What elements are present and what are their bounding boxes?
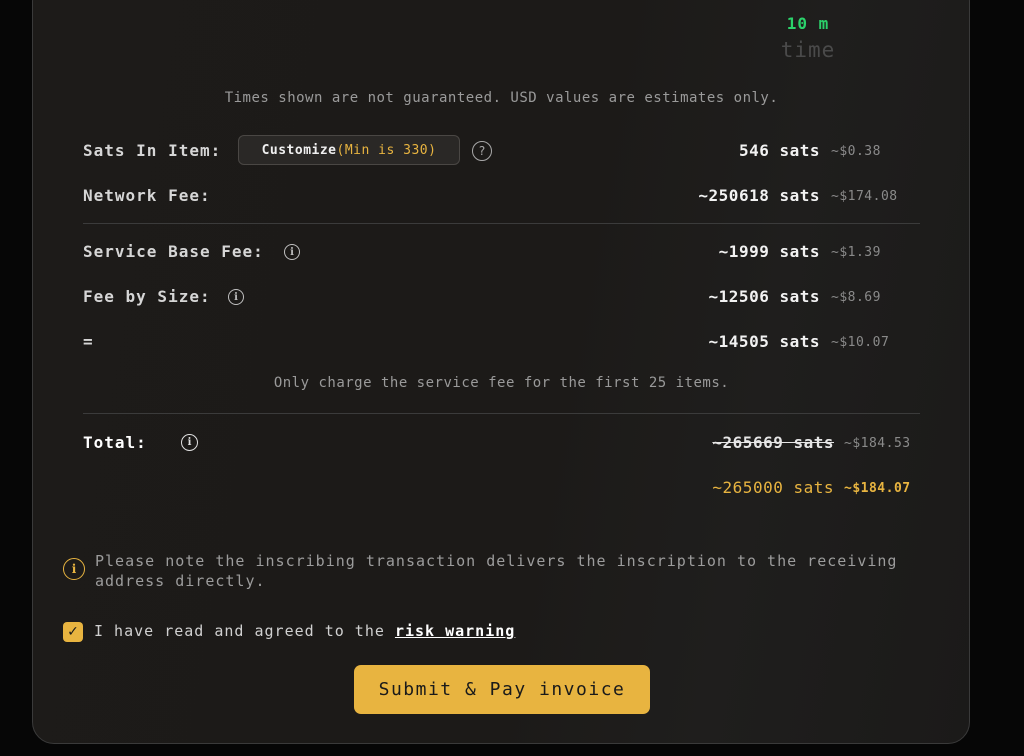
customize-sats-button[interactable]: Customize (Min is 330) xyxy=(238,135,460,165)
total-discounted-amount: ~265000 sats xyxy=(712,478,834,497)
info-icon[interactable]: i xyxy=(181,434,198,451)
total-discounted-usd: ~$184.07 xyxy=(844,481,911,496)
info-icon[interactable]: i xyxy=(284,244,300,260)
risk-agreement-checkbox[interactable]: ✓ xyxy=(63,622,83,642)
service-fee-note: Only charge the service fee for the firs… xyxy=(273,375,730,391)
section-divider xyxy=(83,223,920,224)
total-label: Total: xyxy=(83,433,147,452)
warning-info-icon: i xyxy=(63,558,85,580)
network-fee-label: Network Fee: xyxy=(83,186,211,205)
service-subtotal-usd: ~$10.07 xyxy=(831,335,890,350)
network-fee-usd: ~$174.08 xyxy=(831,189,898,204)
estimated-time-label: time xyxy=(780,38,836,62)
fee-by-size-usd: ~$8.69 xyxy=(831,290,881,305)
sats-in-item-usd: ~$0.38 xyxy=(831,144,881,159)
submit-pay-invoice-button[interactable]: Submit & Pay invoice xyxy=(354,665,650,714)
service-base-fee-usd: ~$1.39 xyxy=(831,245,881,260)
service-base-fee-label: Service Base Fee: xyxy=(83,242,264,261)
receiving-address-notice: Please note the inscribing transaction d… xyxy=(95,552,898,590)
service-base-fee-amount: ~1999 sats xyxy=(718,242,820,261)
info-icon[interactable]: i xyxy=(228,289,244,305)
estimated-time-value: 10 m xyxy=(786,14,830,33)
service-subtotal-amount: ~14505 sats xyxy=(708,332,820,351)
question-circle-icon[interactable]: ? xyxy=(472,141,492,161)
total-original-usd: ~$184.53 xyxy=(844,436,911,451)
total-original-amount: ~265669 sats xyxy=(712,433,834,452)
customize-min-hint: (Min is 330) xyxy=(336,142,437,158)
fee-by-size-amount: ~12506 sats xyxy=(708,287,820,306)
section-divider xyxy=(83,413,920,414)
risk-agreement-text: I have read and agreed to the risk warni… xyxy=(94,622,515,640)
sats-in-item-amount: 546 sats xyxy=(738,141,820,160)
customize-button-label: Customize xyxy=(261,142,337,158)
agreement-label: I have read and agreed to the xyxy=(94,622,395,640)
service-subtotal-label: = xyxy=(83,332,94,351)
fee-by-size-label: Fee by Size: xyxy=(83,287,211,306)
sats-in-item-label: Sats In Item: xyxy=(83,141,222,160)
network-fee-amount: ~250618 sats xyxy=(698,186,820,205)
estimate-disclaimer: Times shown are not guaranteed. USD valu… xyxy=(224,90,779,106)
risk-warning-link[interactable]: risk warning xyxy=(395,622,515,640)
